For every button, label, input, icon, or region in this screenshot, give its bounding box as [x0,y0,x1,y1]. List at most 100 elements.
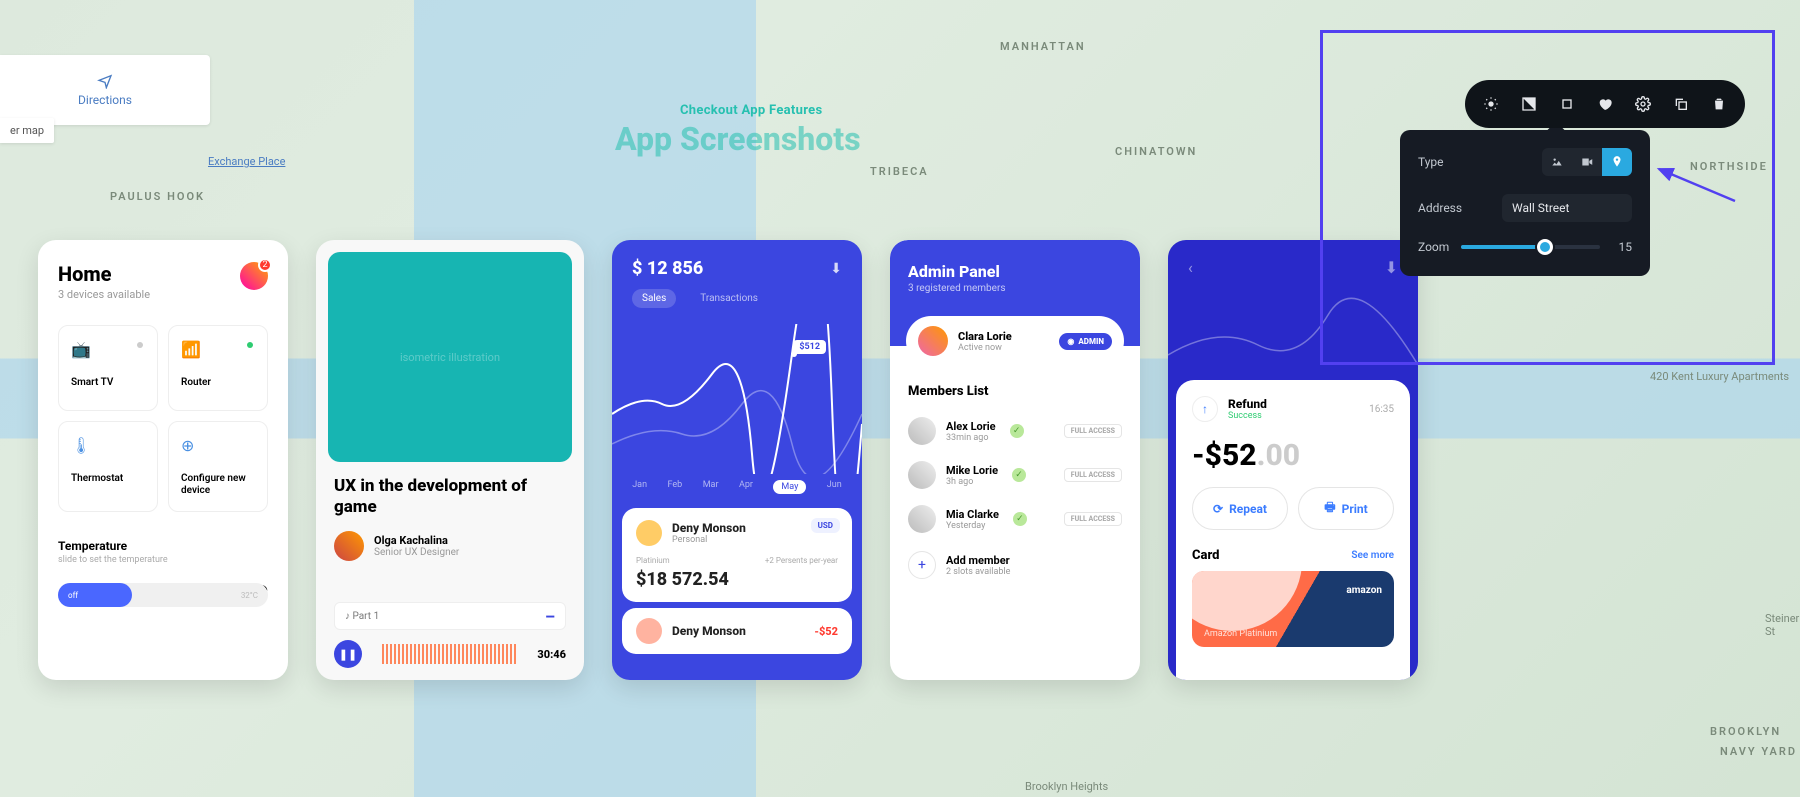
hero-title: App Screenshots [615,120,861,158]
map-label-tribeca: TRIBECA [870,165,929,178]
peak-badge: $512 [793,340,826,354]
screenshot-article: isometric illustration UX in the develop… [316,240,584,680]
check-icon: ✓ [1012,468,1026,482]
back-icon[interactable]: ‹ [1188,258,1193,277]
play-button[interactable]: ❚❚ [334,640,362,668]
map-footer-link[interactable]: er map [0,118,54,143]
refund-title: Refund [1228,397,1267,411]
track-time: 30:46 [537,648,566,661]
card-heading: Card [1192,548,1220,563]
screenshot-analytics: $ 12 856 ⬇ Sales Transactions $512 Jan F… [612,240,862,680]
type-video-button[interactable] [1572,148,1602,176]
admin-badge: ◉ADMIN [1059,333,1112,350]
admin-subtitle: 3 registered members [908,283,1122,294]
map-label-paulus: PAULUS HOOK [110,190,205,203]
thermometer-icon: 🌡 [71,436,91,455]
admin-title: Admin Panel [908,262,1122,281]
invert-button[interactable] [1511,86,1547,122]
element-toolbar [1465,80,1745,128]
home-title: Home [58,262,268,286]
copy-button[interactable] [1663,86,1699,122]
map-label-manhattan: MANHATTAN [1000,40,1086,53]
currency-pill: USD [811,518,840,533]
shield-icon: ◉ [1067,337,1074,346]
tutorial-arrow [1640,165,1750,205]
user-avatar [636,520,662,546]
member-row[interactable]: Alex Lorie33min ago✓FULL ACCESS [890,409,1140,453]
tab-transactions[interactable]: Transactions [690,289,768,308]
map-label-steiner: Steiner St [1765,612,1800,638]
tile-smart-tv[interactable]: 📺Smart TV [58,325,158,411]
print-icon: 🖶 [1324,498,1335,519]
user-card-main[interactable]: USD Deny MonsonPersonal Platinium+2 Pers… [622,508,852,602]
waveform[interactable] [382,644,517,664]
refund-amount: -$52.00 [1192,438,1394,473]
add-member-row[interactable]: + Add member2 slots available [890,541,1140,589]
home-subtitle: 3 devices available [58,288,268,301]
zoom-value: 15 [1612,240,1632,254]
author-name: Olga Kachalina [374,534,459,547]
type-toggle [1542,148,1632,176]
screenshot-home: Home 3 devices available 2 📺Smart TV 📶Ro… [38,240,288,680]
chart-area: $512 [612,324,862,474]
home-avatar[interactable]: 2 [240,262,268,290]
favorite-button[interactable] [1587,86,1623,122]
check-icon: ✓ [1013,512,1027,526]
map-label-chinatown: CHINATOWN [1115,145,1197,158]
article-title: UX in the development of game [334,476,566,519]
zoom-slider[interactable] [1461,245,1600,249]
tile-thermostat[interactable]: 🌡Thermostat [58,421,158,512]
admin-profile[interactable]: Clara LorieActive now ◉ADMIN [906,316,1124,366]
delta-amount: -$52 [814,625,838,638]
user-avatar [636,618,662,644]
audio-track-selector[interactable]: ♪ Part 1 – [334,602,566,630]
notification-badge: 2 [258,258,272,272]
print-button[interactable]: 🖶Print [1298,487,1394,530]
plus-circle-icon: ⊕ [181,436,194,455]
tab-sales[interactable]: Sales [632,289,676,308]
user-card-secondary[interactable]: Deny Monson -$52 [622,608,852,654]
directions-icon [97,73,113,89]
tile-router[interactable]: 📶Router [168,325,268,411]
address-input[interactable] [1502,194,1632,222]
card-label: Amazon Platinium [1204,629,1277,639]
temperature-slider[interactable]: off 32°C [58,583,268,607]
repeat-icon: ⟳ [1213,502,1223,516]
map-label-brooklyn: BROOKLYN [1710,725,1781,738]
wifi-icon: 📶 [181,340,201,359]
settings-button[interactable] [1625,86,1661,122]
refund-up-icon: ↑ [1192,396,1218,422]
refund-time: 16:35 [1369,404,1394,415]
article-hero-image: isometric illustration [328,252,572,462]
refund-status: Success [1228,411,1267,421]
properties-panel: Type Address Zoom 15 [1400,130,1650,276]
card-brand: amazon [1346,585,1382,596]
total-amount: $ 12 856 [632,258,703,279]
type-image-button[interactable] [1542,148,1572,176]
download-icon[interactable]: ⬇ [830,261,842,277]
delete-button[interactable] [1701,86,1737,122]
tile-configure[interactable]: ⊕Configure new device [168,421,268,512]
directions-label: Directions [78,93,132,107]
hero-subtitle: Checkout App Features [680,103,822,118]
plus-icon: + [908,551,936,579]
member-row[interactable]: Mia ClarkeYesterday✓FULL ACCESS [890,497,1140,541]
screenshot-admin: Admin Panel 3 registered members Clara L… [890,240,1140,680]
profile-avatar [918,326,948,356]
check-icon: ✓ [1010,424,1024,438]
crop-button[interactable] [1549,86,1585,122]
type-map-button[interactable] [1602,148,1632,176]
author-role: Senior UX Designer [374,547,459,558]
directions-card[interactable]: Directions [0,55,210,125]
map-label-navy: NAVY YARD [1720,745,1797,758]
brightness-button[interactable] [1473,86,1509,122]
zoom-label: Zoom [1418,240,1449,254]
repeat-button[interactable]: ⟳Repeat [1192,487,1288,530]
payment-card[interactable]: amazon Amazon Platinium [1192,571,1394,647]
map-link-exchange[interactable]: Exchange Place [208,155,285,168]
members-list-heading: Members List [890,366,1140,409]
see-more-link[interactable]: See more [1351,550,1394,561]
author-avatar[interactable] [334,531,364,561]
member-row[interactable]: Mike Lorie3h ago✓FULL ACCESS [890,453,1140,497]
month-selector[interactable]: Jan Feb Mar Apr May Jun [612,480,862,494]
